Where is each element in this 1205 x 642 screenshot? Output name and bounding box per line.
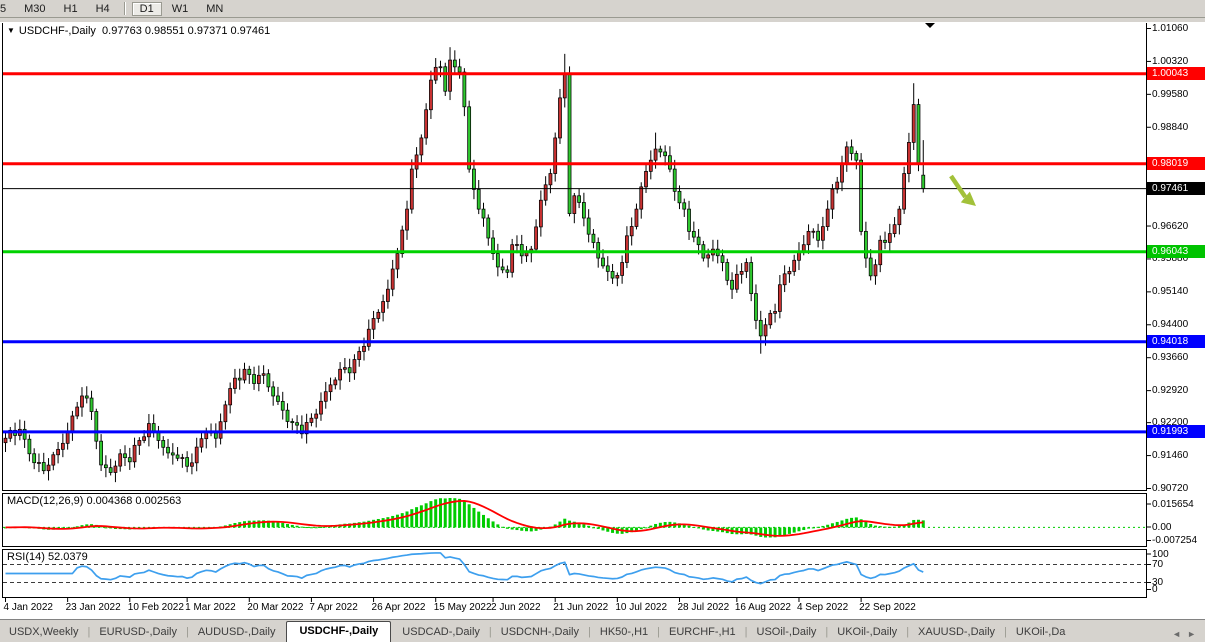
date-axis-label: 4 Sep 2022 [797, 602, 848, 613]
rsi-axis-label-0: 0 [1152, 584, 1158, 595]
price-line-label-0.94018: 0.94018 [1147, 335, 1205, 348]
tab-usdcnh-daily[interactable]: USDCNH-,Daily [492, 622, 588, 642]
macd-axis-label--0.007254: -0.007254 [1152, 535, 1197, 546]
tab-usdchf-daily[interactable]: USDCHF-,Daily [286, 621, 391, 642]
date-axis-label: 20 Mar 2022 [247, 602, 303, 613]
date-axis-label: 10 Jul 2022 [615, 602, 667, 613]
price-axis-label-1.00320: 1.00320 [1152, 56, 1188, 67]
price-line-label-0.91993: 0.91993 [1147, 425, 1205, 438]
tab-scroll-controls: ◄► [1163, 629, 1205, 642]
macd-axis-label-0.015654: 0.015654 [1152, 499, 1194, 510]
price-axis-label-0.94400: 0.94400 [1152, 319, 1188, 330]
date-axis-label: 1 Mar 2022 [185, 602, 236, 613]
period-button-h1[interactable]: H1 [56, 2, 86, 16]
tab-eurchf-h1[interactable]: EURCHF-,H1 [660, 622, 745, 642]
price-line-label-1.00043: 1.00043 [1147, 67, 1205, 80]
period-button-h4[interactable]: H4 [88, 2, 118, 16]
tab-audusd-daily[interactable]: AUDUSD-,Daily [189, 622, 285, 642]
toolbar-separator [124, 2, 126, 15]
date-axis-label: 15 May 2022 [434, 602, 492, 613]
date-axis-label: 16 Aug 2022 [735, 602, 791, 613]
tab-xauusd-daily[interactable]: XAUUSD-,Daily [909, 622, 1004, 642]
price-line-label-0.96043: 0.96043 [1147, 245, 1205, 258]
tab-ukoil-da[interactable]: UKOil-,Da [1007, 622, 1075, 642]
tab-eurusd-daily[interactable]: EURUSD-,Daily [90, 622, 186, 642]
date-axis-label: 26 Apr 2022 [372, 602, 426, 613]
tab-ukoil-daily[interactable]: UKOil-,Daily [828, 622, 906, 642]
chart-symbol-period: USDCHF-,Daily [19, 25, 96, 37]
chart-tabbar: USDX,Weekly|EURUSD-,Daily|AUDUSD-,DailyU… [0, 619, 1205, 642]
date-axis-label: 23 Jan 2022 [66, 602, 121, 613]
price-axis-label-0.90720: 0.90720 [1152, 483, 1188, 494]
tab-hk50-h1[interactable]: HK50-,H1 [591, 622, 657, 642]
date-axis-label: 4 Jan 2022 [4, 602, 54, 613]
date-axis-label: 2 Jun 2022 [491, 602, 541, 613]
price-line-label-0.97461: 0.97461 [1147, 182, 1205, 195]
date-axis-label: 10 Feb 2022 [128, 602, 184, 613]
price-pane[interactable] [2, 22, 1147, 491]
rsi-pane[interactable] [2, 549, 1147, 598]
price-axis-label-1.01060: 1.01060 [1152, 23, 1188, 34]
date-axis-label: 7 Apr 2022 [309, 602, 357, 613]
period-button-mn[interactable]: MN [198, 2, 231, 16]
date-axis-label: 22 Sep 2022 [859, 602, 916, 613]
price-axis-label-0.98840: 0.98840 [1152, 122, 1188, 133]
tab-usoil-daily[interactable]: USOil-,Daily [748, 622, 826, 642]
price-axis-label-0.99580: 0.99580 [1152, 89, 1188, 100]
period-button-w1[interactable]: W1 [164, 2, 197, 16]
price-line-label-0.98019: 0.98019 [1147, 157, 1205, 170]
chart-dropdown-icon[interactable]: ▼ [7, 26, 15, 35]
chart-title: ▼ USDCHF-,Daily 0.97763 0.98551 0.97371 0… [7, 25, 270, 37]
tab-usdcad-daily[interactable]: USDCAD-,Daily [393, 622, 489, 642]
period-button-5[interactable]: 5 [0, 2, 14, 16]
tab-scroll-left-icon[interactable]: ◄ [1169, 629, 1184, 639]
period-button-m30[interactable]: M30 [16, 2, 53, 16]
period-button-d1[interactable]: D1 [132, 2, 162, 16]
rsi-axis-label-70: 70 [1152, 559, 1163, 570]
date-axis-label: 21 Jun 2022 [553, 602, 608, 613]
tab-scroll-right-icon[interactable]: ► [1184, 629, 1199, 639]
rsi-axis-label-100: 100 [1152, 549, 1169, 560]
macd-indicator-label: MACD(12,26,9) 0.004368 0.002563 [7, 495, 181, 507]
price-axis-label-0.93660: 0.93660 [1152, 352, 1188, 363]
price-axis-label-0.92920: 0.92920 [1152, 385, 1188, 396]
price-axis-label-0.91460: 0.91460 [1152, 450, 1188, 461]
price-axis-label-0.96620: 0.96620 [1152, 221, 1188, 232]
macd-axis-label-0.00: 0.00 [1152, 522, 1171, 533]
chart-ohlc-values: 0.97763 0.98551 0.97371 0.97461 [102, 25, 270, 37]
rsi-indicator-label: RSI(14) 52.0379 [7, 551, 88, 563]
period-toolbar: 5M30H1H4 D1W1MN [0, 0, 1205, 18]
price-axis-label-0.95140: 0.95140 [1152, 286, 1188, 297]
date-axis-label: 28 Jul 2022 [677, 602, 729, 613]
tab-usdx-weekly[interactable]: USDX,Weekly [0, 622, 87, 642]
